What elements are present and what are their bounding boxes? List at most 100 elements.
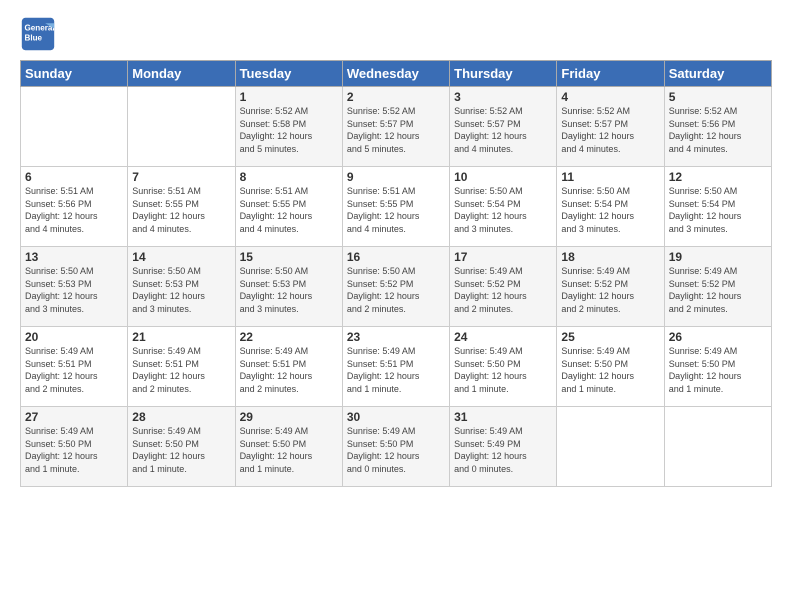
day-info: Sunrise: 5:49 AM Sunset: 5:52 PM Dayligh… <box>561 265 659 315</box>
day-number: 20 <box>25 330 123 344</box>
calendar-cell <box>21 87 128 167</box>
day-number: 14 <box>132 250 230 264</box>
day-number: 31 <box>454 410 552 424</box>
day-info: Sunrise: 5:50 AM Sunset: 5:52 PM Dayligh… <box>347 265 445 315</box>
day-number: 15 <box>240 250 338 264</box>
day-info: Sunrise: 5:49 AM Sunset: 5:50 PM Dayligh… <box>669 345 767 395</box>
header-cell-tuesday: Tuesday <box>235 61 342 87</box>
calendar-cell: 30Sunrise: 5:49 AM Sunset: 5:50 PM Dayli… <box>342 407 449 487</box>
day-number: 13 <box>25 250 123 264</box>
calendar-cell: 31Sunrise: 5:49 AM Sunset: 5:49 PM Dayli… <box>450 407 557 487</box>
calendar-cell: 5Sunrise: 5:52 AM Sunset: 5:56 PM Daylig… <box>664 87 771 167</box>
calendar-cell: 23Sunrise: 5:49 AM Sunset: 5:51 PM Dayli… <box>342 327 449 407</box>
day-number: 16 <box>347 250 445 264</box>
day-number: 21 <box>132 330 230 344</box>
calendar-table: SundayMondayTuesdayWednesdayThursdayFrid… <box>20 60 772 487</box>
day-number: 28 <box>132 410 230 424</box>
calendar-cell: 12Sunrise: 5:50 AM Sunset: 5:54 PM Dayli… <box>664 167 771 247</box>
header-cell-saturday: Saturday <box>664 61 771 87</box>
header-row: SundayMondayTuesdayWednesdayThursdayFrid… <box>21 61 772 87</box>
calendar-cell <box>557 407 664 487</box>
day-number: 23 <box>347 330 445 344</box>
day-info: Sunrise: 5:52 AM Sunset: 5:57 PM Dayligh… <box>347 105 445 155</box>
day-number: 10 <box>454 170 552 184</box>
day-number: 1 <box>240 90 338 104</box>
header-cell-friday: Friday <box>557 61 664 87</box>
day-number: 25 <box>561 330 659 344</box>
day-info: Sunrise: 5:50 AM Sunset: 5:54 PM Dayligh… <box>561 185 659 235</box>
calendar-week-4: 27 Sunrise: 5:49 AM Sunset: 5:50 PM Dayli… <box>21 407 772 487</box>
header-cell-wednesday: Wednesday <box>342 61 449 87</box>
day-number: 17 <box>454 250 552 264</box>
day-info: Sunrise: 5:49 AM Sunset: 5:52 PM Dayligh… <box>669 265 767 315</box>
calendar-body: 1Sunrise: 5:52 AM Sunset: 5:58 PM Daylig… <box>21 87 772 487</box>
day-info: Sunrise: 5:49 AM Sunset: 5:50 PM Dayligh… <box>132 425 230 475</box>
calendar-cell: 4Sunrise: 5:52 AM Sunset: 5:57 PM Daylig… <box>557 87 664 167</box>
day-info: Sunrise: 5:49 AM Sunset: 5:50 PM Dayligh… <box>347 425 445 475</box>
day-info: Sunrise: 5:49 AM Sunset: 5:51 PM Dayligh… <box>132 345 230 395</box>
header-cell-sunday: Sunday <box>21 61 128 87</box>
day-info: Sunrise: 5:49 AM Sunset: 5:50 PM Dayligh… <box>240 425 338 475</box>
day-info: Sunrise: 5:50 AM Sunset: 5:54 PM Dayligh… <box>669 185 767 235</box>
calendar-cell: 29Sunrise: 5:49 AM Sunset: 5:50 PM Dayli… <box>235 407 342 487</box>
day-info: Sunrise: 5:49 AM Sunset: 5:51 PM Dayligh… <box>347 345 445 395</box>
day-number: 7 <box>132 170 230 184</box>
calendar-cell: 14Sunrise: 5:50 AM Sunset: 5:53 PM Dayli… <box>128 247 235 327</box>
calendar-cell: 21Sunrise: 5:49 AM Sunset: 5:51 PM Dayli… <box>128 327 235 407</box>
calendar-week-1: 6Sunrise: 5:51 AM Sunset: 5:56 PM Daylig… <box>21 167 772 247</box>
day-info: Sunrise: 5:51 AM Sunset: 5:55 PM Dayligh… <box>132 185 230 235</box>
day-info: Sunrise: 5:52 AM Sunset: 5:57 PM Dayligh… <box>454 105 552 155</box>
day-number: 29 <box>240 410 338 424</box>
day-info: Sunrise: 5:52 AM Sunset: 5:57 PM Dayligh… <box>561 105 659 155</box>
header-cell-monday: Monday <box>128 61 235 87</box>
day-number: 30 <box>347 410 445 424</box>
day-info: Sunrise: 5:49 AM Sunset: 5:51 PM Dayligh… <box>25 345 123 395</box>
calendar-cell: 2Sunrise: 5:52 AM Sunset: 5:57 PM Daylig… <box>342 87 449 167</box>
day-number: 4 <box>561 90 659 104</box>
calendar-cell <box>128 87 235 167</box>
day-number: 12 <box>669 170 767 184</box>
day-number: 11 <box>561 170 659 184</box>
day-number: 19 <box>669 250 767 264</box>
calendar-cell: 6Sunrise: 5:51 AM Sunset: 5:56 PM Daylig… <box>21 167 128 247</box>
day-info: Sunrise: 5:50 AM Sunset: 5:53 PM Dayligh… <box>25 265 123 315</box>
day-info: Sunrise: 5:49 AM Sunset: 5:50 PM Dayligh… <box>561 345 659 395</box>
day-number: 3 <box>454 90 552 104</box>
calendar-cell: 20Sunrise: 5:49 AM Sunset: 5:51 PM Dayli… <box>21 327 128 407</box>
calendar-cell: 1Sunrise: 5:52 AM Sunset: 5:58 PM Daylig… <box>235 87 342 167</box>
day-info: Sunrise: 5:51 AM Sunset: 5:55 PM Dayligh… <box>240 185 338 235</box>
day-number: 9 <box>347 170 445 184</box>
calendar-cell: 16Sunrise: 5:50 AM Sunset: 5:52 PM Dayli… <box>342 247 449 327</box>
day-number: 22 <box>240 330 338 344</box>
page-header: General Blue <box>20 16 772 52</box>
day-number: 24 <box>454 330 552 344</box>
day-number: 2 <box>347 90 445 104</box>
calendar-cell: 19Sunrise: 5:49 AM Sunset: 5:52 PM Dayli… <box>664 247 771 327</box>
day-info: Sunrise: 5:49 AM Sunset: 5:51 PM Dayligh… <box>240 345 338 395</box>
calendar-cell: 7Sunrise: 5:51 AM Sunset: 5:55 PM Daylig… <box>128 167 235 247</box>
day-info: Sunrise: 5:50 AM Sunset: 5:54 PM Dayligh… <box>454 185 552 235</box>
calendar-cell: 26Sunrise: 5:49 AM Sunset: 5:50 PM Dayli… <box>664 327 771 407</box>
day-info: Sunrise: 5:51 AM Sunset: 5:56 PM Dayligh… <box>25 185 123 235</box>
calendar-cell: 25Sunrise: 5:49 AM Sunset: 5:50 PM Dayli… <box>557 327 664 407</box>
calendar-cell: 3Sunrise: 5:52 AM Sunset: 5:57 PM Daylig… <box>450 87 557 167</box>
header-cell-thursday: Thursday <box>450 61 557 87</box>
calendar-cell: 9Sunrise: 5:51 AM Sunset: 5:55 PM Daylig… <box>342 167 449 247</box>
day-number: 18 <box>561 250 659 264</box>
svg-text:Blue: Blue <box>25 33 43 42</box>
day-info: Sunrise: 5:50 AM Sunset: 5:53 PM Dayligh… <box>240 265 338 315</box>
day-info: Sunrise: 5:52 AM Sunset: 5:56 PM Dayligh… <box>669 105 767 155</box>
day-number: 5 <box>669 90 767 104</box>
day-info: Sunrise: 5:50 AM Sunset: 5:53 PM Dayligh… <box>132 265 230 315</box>
calendar-header: SundayMondayTuesdayWednesdayThursdayFrid… <box>21 61 772 87</box>
day-number: 8 <box>240 170 338 184</box>
calendar-cell: 15Sunrise: 5:50 AM Sunset: 5:53 PM Dayli… <box>235 247 342 327</box>
calendar-week-2: 13Sunrise: 5:50 AM Sunset: 5:53 PM Dayli… <box>21 247 772 327</box>
calendar-week-0: 1Sunrise: 5:52 AM Sunset: 5:58 PM Daylig… <box>21 87 772 167</box>
calendar-cell: 22Sunrise: 5:49 AM Sunset: 5:51 PM Dayli… <box>235 327 342 407</box>
calendar-cell: 17Sunrise: 5:49 AM Sunset: 5:52 PM Dayli… <box>450 247 557 327</box>
day-number: 27 <box>25 410 123 424</box>
day-number: 26 <box>669 330 767 344</box>
calendar-cell <box>664 407 771 487</box>
logo: General Blue <box>20 16 56 52</box>
